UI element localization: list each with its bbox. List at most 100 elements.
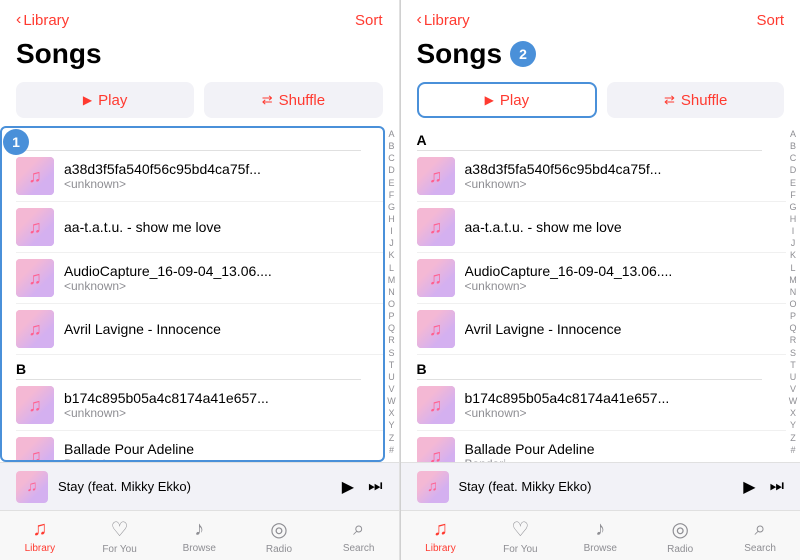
alpha-letter[interactable]: Q xyxy=(388,322,395,334)
back-button[interactable]: ‹Library xyxy=(417,11,470,29)
list-item[interactable]: ♫Avril Lavigne - Innocence xyxy=(16,304,385,355)
alpha-letter[interactable]: O xyxy=(388,298,395,310)
shuffle-button[interactable]: ⇄Shuffle xyxy=(204,82,382,118)
tab-search[interactable]: ⌕Search xyxy=(720,518,800,554)
alpha-letter[interactable]: F xyxy=(389,189,395,201)
alpha-letter[interactable]: M xyxy=(789,274,797,286)
alpha-letter[interactable]: K xyxy=(790,249,796,261)
now-playing-play-button[interactable]: ▶ xyxy=(743,477,755,497)
alpha-letter[interactable]: L xyxy=(790,262,795,274)
sort-button[interactable]: Sort xyxy=(756,12,784,29)
alpha-letter[interactable]: B xyxy=(388,140,394,152)
album-art: ♫ xyxy=(16,310,54,348)
browse-icon: ♪ xyxy=(595,518,605,541)
alpha-letter[interactable]: H xyxy=(790,213,797,225)
alpha-letter[interactable]: L xyxy=(389,262,394,274)
alpha-letter[interactable]: M xyxy=(388,274,396,286)
alpha-letter[interactable]: Y xyxy=(790,419,796,431)
alpha-letter[interactable]: A xyxy=(388,128,394,140)
album-art: ♫ xyxy=(417,208,455,246)
now-playing-skip-button[interactable]: ⏭ xyxy=(770,478,784,496)
tab-for-you[interactable]: ♡For You xyxy=(80,517,160,555)
list-item[interactable]: ♫b174c895b05a4c8174a41e657...<unknown> xyxy=(417,380,787,431)
alpha-letter[interactable]: C xyxy=(388,152,395,164)
alpha-letter[interactable]: H xyxy=(388,213,395,225)
now-playing-play-button[interactable]: ▶ xyxy=(342,477,354,497)
tab-label: Radio xyxy=(266,544,292,555)
alpha-letter[interactable]: S xyxy=(790,347,796,359)
back-button[interactable]: ‹Library xyxy=(16,11,69,29)
alpha-letter[interactable]: W xyxy=(789,395,798,407)
alpha-letter[interactable]: G xyxy=(789,201,796,213)
alpha-letter[interactable]: P xyxy=(790,310,796,322)
alpha-letter[interactable]: S xyxy=(388,347,394,359)
shuffle-button[interactable]: ⇄Shuffle xyxy=(607,82,784,118)
list-item[interactable]: ♫Ballade Pour AdelineBandari xyxy=(417,431,787,462)
song-title: Avril Lavigne - Innocence xyxy=(465,321,763,337)
alpha-letter[interactable]: U xyxy=(790,371,797,383)
tab-for-you[interactable]: ♡For You xyxy=(480,517,560,555)
alpha-letter[interactable]: Q xyxy=(789,322,796,334)
play-button[interactable]: ▶Play xyxy=(16,82,194,118)
alpha-letter[interactable]: A xyxy=(790,128,796,140)
alphabet-index[interactable]: ABCDEFGHIJKLMNOPQRSTUVWXYZ# xyxy=(786,126,800,462)
alpha-letter[interactable]: P xyxy=(388,310,394,322)
tab-radio[interactable]: ◎Radio xyxy=(239,517,319,555)
step-badge: 2 xyxy=(510,41,536,67)
tab-library[interactable]: ♫Library xyxy=(0,518,80,554)
alpha-letter[interactable]: # xyxy=(389,444,394,456)
alpha-letter[interactable]: I xyxy=(390,225,393,237)
alpha-letter[interactable]: B xyxy=(790,140,796,152)
now-playing-bar[interactable]: ♫Stay (feat. Mikky Ekko)▶⏭ xyxy=(0,462,399,510)
alpha-letter[interactable]: E xyxy=(790,177,796,189)
song-list: A♫a38d3f5fa540f56c95bd4ca75f...<unknown>… xyxy=(0,126,385,462)
alpha-letter[interactable]: N xyxy=(388,286,395,298)
alpha-letter[interactable]: I xyxy=(792,225,795,237)
alpha-letter[interactable]: C xyxy=(790,152,797,164)
alpha-letter[interactable]: Y xyxy=(388,419,394,431)
alpha-letter[interactable]: F xyxy=(790,189,796,201)
tab-browse[interactable]: ♪Browse xyxy=(560,518,640,554)
tab-radio[interactable]: ◎Radio xyxy=(640,517,720,555)
alpha-letter[interactable]: K xyxy=(388,249,394,261)
list-item[interactable]: ♫Avril Lavigne - Innocence xyxy=(417,304,787,355)
alpha-letter[interactable]: W xyxy=(387,395,396,407)
alpha-letter[interactable]: T xyxy=(389,359,395,371)
alpha-letter[interactable]: X xyxy=(388,407,394,419)
list-item[interactable]: ♫aa-t.a.t.u. - show me love xyxy=(16,202,385,253)
list-item[interactable]: ♫b174c895b05a4c8174a41e657...<unknown> xyxy=(16,380,385,431)
alpha-letter[interactable]: D xyxy=(388,164,395,176)
alpha-letter[interactable]: J xyxy=(389,237,394,249)
list-item[interactable]: ♫aa-t.a.t.u. - show me love xyxy=(417,202,787,253)
alpha-letter[interactable]: V xyxy=(388,383,394,395)
list-item[interactable]: ♫a38d3f5fa540f56c95bd4ca75f...<unknown> xyxy=(16,151,385,202)
now-playing-bar[interactable]: ♫Stay (feat. Mikky Ekko)▶⏭ xyxy=(401,462,800,510)
alpha-letter[interactable]: O xyxy=(789,298,796,310)
list-item[interactable]: ♫AudioCapture_16-09-04_13.06....<unknown… xyxy=(16,253,385,304)
alpha-letter[interactable]: X xyxy=(790,407,796,419)
tab-search[interactable]: ⌕Search xyxy=(319,518,399,554)
list-item[interactable]: ♫AudioCapture_16-09-04_13.06....<unknown… xyxy=(417,253,787,304)
sort-button[interactable]: Sort xyxy=(355,12,383,29)
list-item[interactable]: ♫Ballade Pour AdelineBandari xyxy=(16,431,385,462)
alpha-letter[interactable]: R xyxy=(790,334,797,346)
alpha-letter[interactable]: N xyxy=(790,286,797,298)
alphabet-index[interactable]: ABCDEFGHIJKLMNOPQRSTUVWXYZ# xyxy=(385,126,399,462)
alpha-letter[interactable]: Z xyxy=(389,432,395,444)
music-note-icon: ♫ xyxy=(429,395,443,416)
alpha-letter[interactable]: # xyxy=(790,444,795,456)
tab-browse[interactable]: ♪Browse xyxy=(159,518,239,554)
alpha-letter[interactable]: E xyxy=(388,177,394,189)
list-item[interactable]: ♫a38d3f5fa540f56c95bd4ca75f...<unknown> xyxy=(417,151,787,202)
alpha-letter[interactable]: R xyxy=(388,334,395,346)
alpha-letter[interactable]: J xyxy=(791,237,796,249)
tab-library[interactable]: ♫Library xyxy=(401,518,481,554)
now-playing-skip-button[interactable]: ⏭ xyxy=(368,478,382,496)
alpha-letter[interactable]: D xyxy=(790,164,797,176)
play-button[interactable]: ▶Play xyxy=(417,82,598,118)
alpha-letter[interactable]: V xyxy=(790,383,796,395)
alpha-letter[interactable]: G xyxy=(388,201,395,213)
alpha-letter[interactable]: T xyxy=(790,359,796,371)
alpha-letter[interactable]: U xyxy=(388,371,395,383)
alpha-letter[interactable]: Z xyxy=(790,432,796,444)
